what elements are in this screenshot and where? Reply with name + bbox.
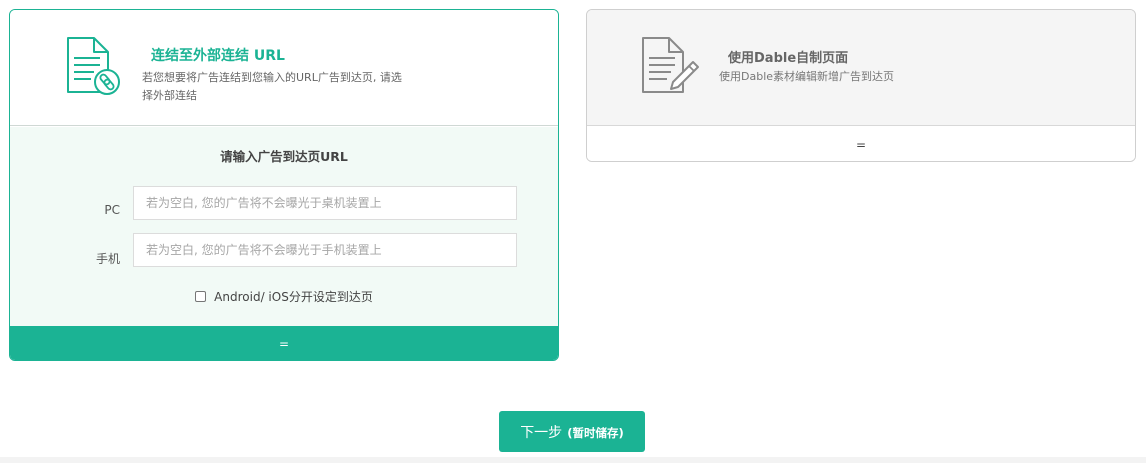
split-os-checkbox[interactable]	[195, 291, 207, 302]
next-step-sublabel: (暂时储存)	[567, 426, 624, 440]
external-url-description: 若您想要将广告连结到您输入的URL广告到达页, 请选择外部连结	[142, 71, 402, 102]
split-os-option[interactable]: Android/ iOS分开设定到达页	[10, 288, 558, 305]
dable-page-description: 使用Dable素材编辑新增广告到达页	[719, 70, 895, 83]
external-url-option-header[interactable]: 连结至外部连结 URL 若您想要将广告连结到您输入的URL广告到达页, 请选择外…	[10, 10, 558, 126]
form-title: 请输入广告到达页URL	[220, 149, 348, 164]
split-os-label: Android/ iOS分开设定到达页	[214, 290, 373, 304]
mobile-label: 手机	[95, 252, 120, 266]
landing-page-selector: 连结至外部连结 URL 若您想要将广告连结到您输入的URL广告到达页, 请选择外…	[0, 0, 1146, 463]
next-step-button[interactable]: 下一步 (暂时储存)	[499, 411, 645, 452]
dable-page-option-header[interactable]: 使用Dable自制页面 使用Dable素材编辑新增广告到达页	[587, 10, 1135, 126]
collapse-handle[interactable]: =	[10, 326, 558, 360]
mobile-url-input[interactable]	[133, 233, 517, 267]
next-step-label: 下一步	[520, 425, 563, 441]
external-url-option-card[interactable]: 连结至外部连结 URL 若您想要将广告连结到您输入的URL广告到达页, 请选择外…	[9, 9, 559, 361]
pc-label: PC	[104, 203, 120, 217]
external-url-title: 连结至外部连结 URL	[151, 48, 285, 64]
dable-page-title: 使用Dable自制页面	[728, 51, 849, 66]
external-url-form: 请输入广告到达页URL PC 手机 Android/ iOS分开设定到达页	[10, 127, 558, 326]
document-edit-icon	[642, 37, 699, 93]
pc-url-input[interactable]	[133, 186, 517, 220]
page-footer-strip	[0, 457, 1146, 463]
dable-page-option-card[interactable]: 使用Dable自制页面 使用Dable素材编辑新增广告到达页 =	[586, 9, 1136, 162]
expand-handle[interactable]: =	[587, 127, 1135, 161]
document-link-icon	[67, 37, 120, 95]
